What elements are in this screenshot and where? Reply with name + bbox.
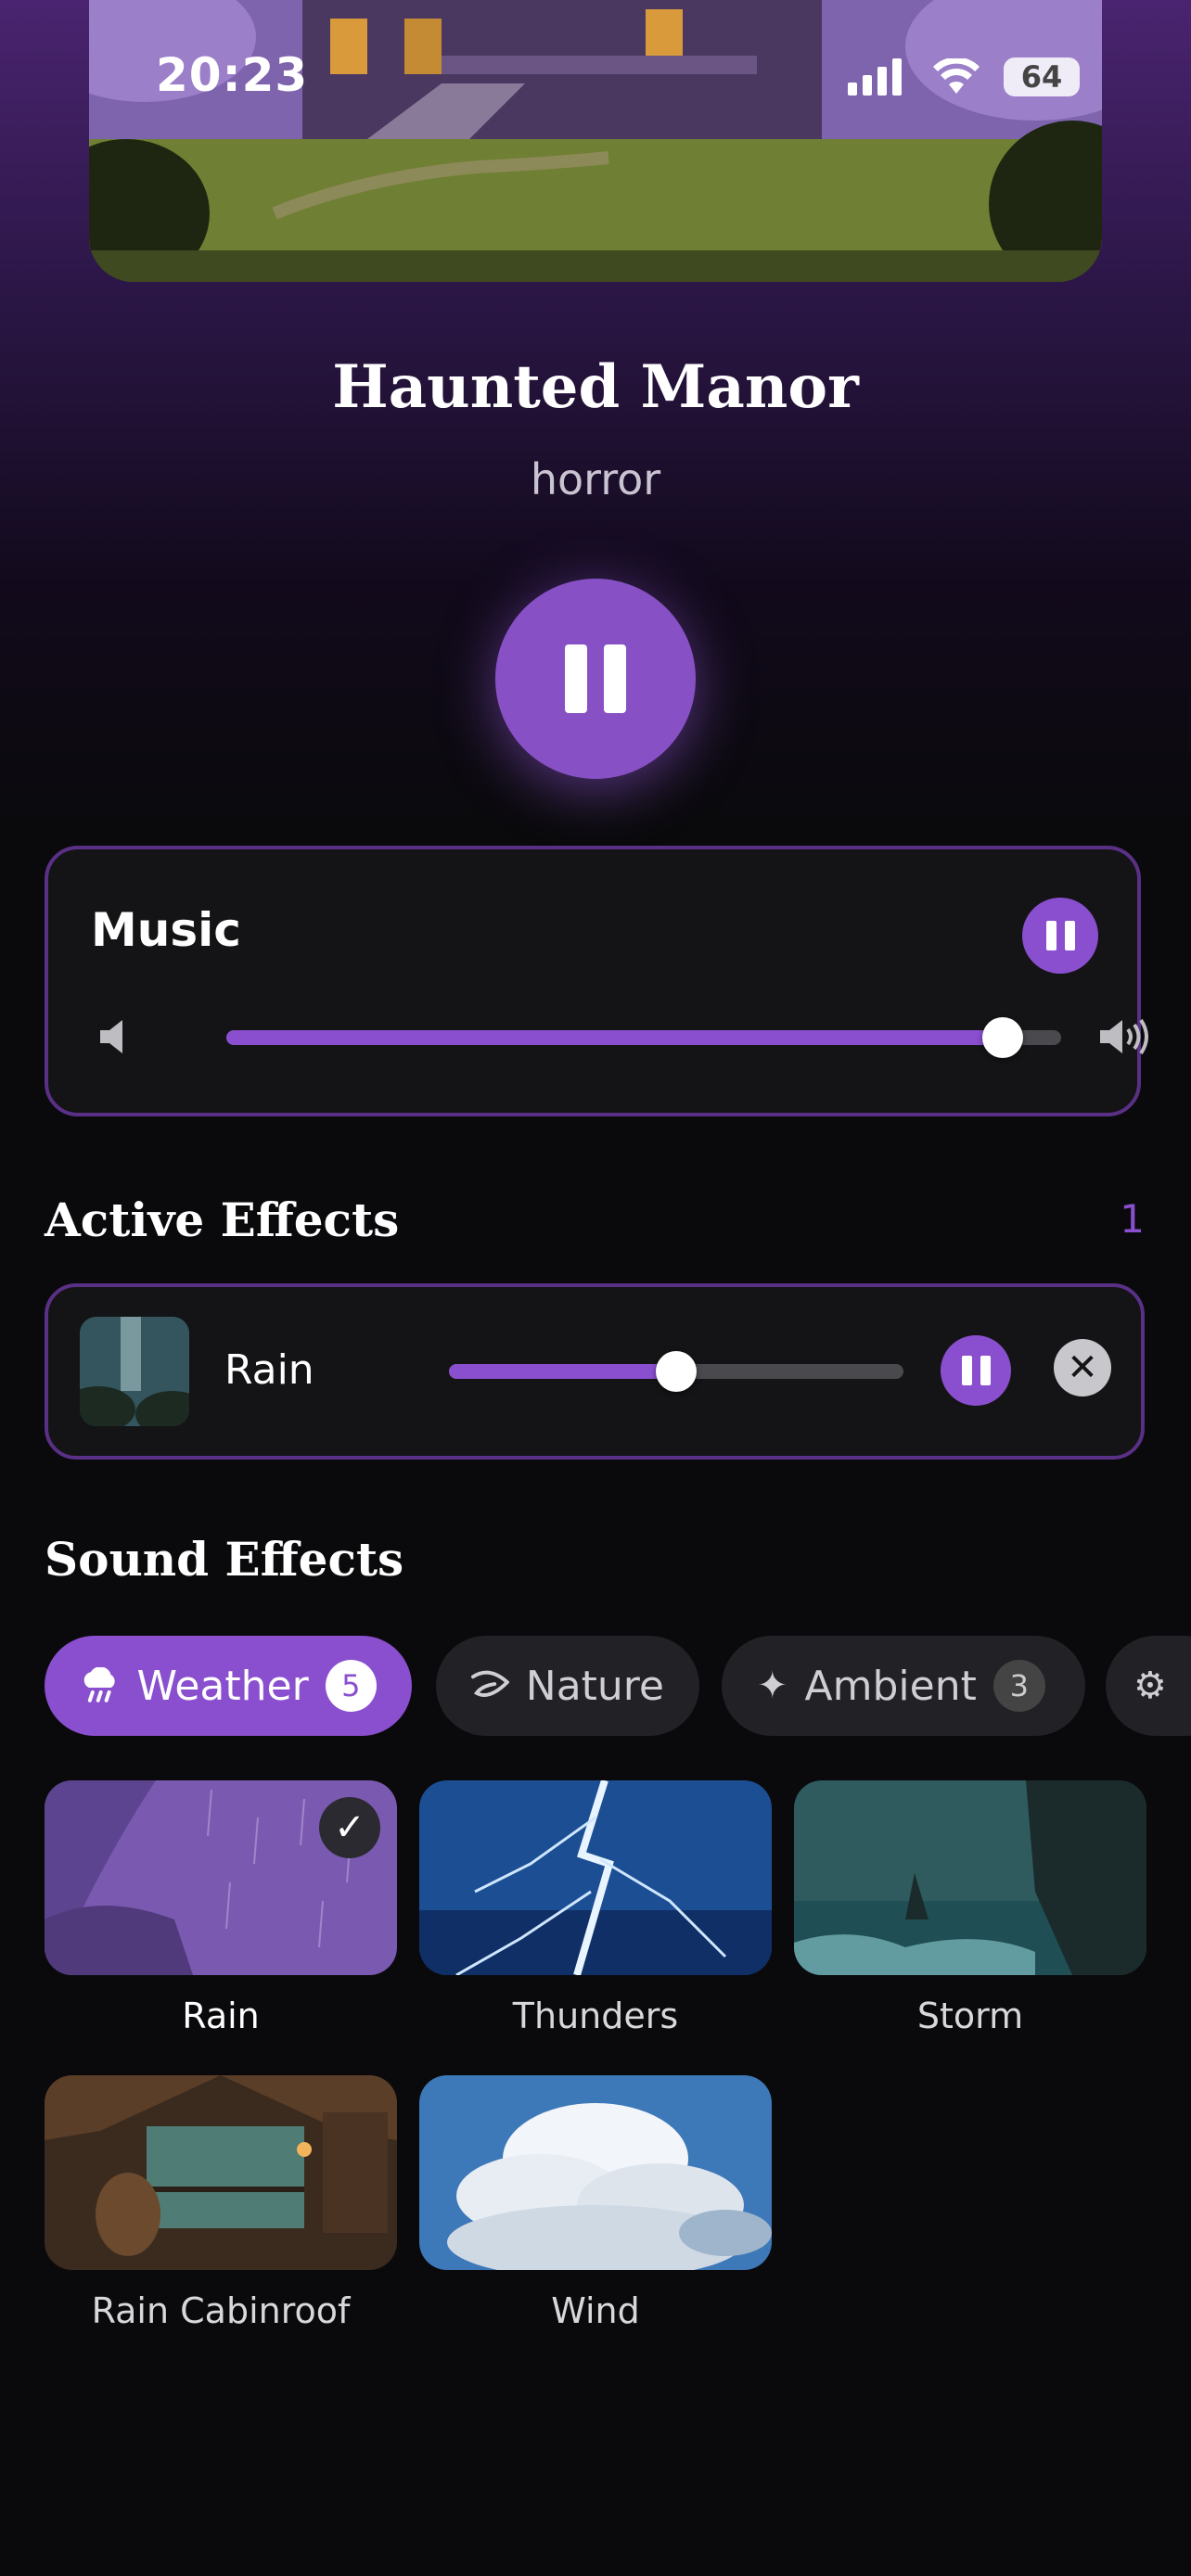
music-volume-row bbox=[100, 1014, 1148, 1061]
tile-label: Rain bbox=[182, 1996, 260, 2036]
category-count-badge: 3 bbox=[992, 1660, 1045, 1712]
pause-icon bbox=[1045, 921, 1075, 950]
tile-label: Wind bbox=[551, 2290, 640, 2331]
category-chip-label: Ambient bbox=[804, 1662, 977, 1710]
status-icons: 64 bbox=[848, 57, 1080, 96]
storm-tile-image bbox=[794, 1780, 1146, 1975]
tile-label: Thunders bbox=[512, 1996, 679, 2036]
remove-effect-button[interactable]: ✕ bbox=[1054, 1339, 1111, 1396]
status-bar: 20:23 64 bbox=[0, 0, 1191, 158]
sound-tile-rain[interactable]: ✓ Rain bbox=[45, 1780, 397, 2036]
volume-low-icon bbox=[100, 1020, 122, 1053]
tile-label: Rain Cabinroof bbox=[91, 2290, 351, 2331]
category-count-badge: 5 bbox=[325, 1660, 377, 1712]
active-effect-card: Rain ✕ bbox=[45, 1283, 1145, 1460]
category-chip-weather[interactable]: Weather 5 bbox=[45, 1636, 412, 1736]
category-chip-settings[interactable]: ⚙ bbox=[1106, 1636, 1191, 1736]
category-chips: Weather 5 Nature ✦ Ambient 3 ⚙ bbox=[45, 1636, 1191, 1736]
gear-icon: ⚙ bbox=[1133, 1664, 1167, 1707]
thunders-tile-image bbox=[419, 1780, 772, 1975]
music-card: Music bbox=[45, 846, 1148, 1116]
sound-tile-storm[interactable]: Storm bbox=[794, 1780, 1146, 2036]
effect-pause-button[interactable] bbox=[941, 1335, 1011, 1406]
pause-icon bbox=[565, 644, 626, 713]
clock: 20:23 bbox=[156, 48, 309, 102]
effect-volume-slider[interactable] bbox=[449, 1351, 903, 1392]
category-chip-ambient[interactable]: ✦ Ambient 3 bbox=[722, 1636, 1085, 1736]
music-volume-thumb[interactable] bbox=[982, 1017, 1023, 1058]
selected-check-icon: ✓ bbox=[319, 1797, 380, 1858]
wind-tile-image bbox=[419, 2075, 772, 2270]
pause-icon bbox=[961, 1356, 991, 1385]
sound-tile-wind[interactable]: Wind bbox=[419, 2075, 772, 2331]
category-chip-label: Nature bbox=[525, 1662, 664, 1710]
music-volume-fill bbox=[226, 1030, 1003, 1045]
scene-genre: horror bbox=[530, 454, 661, 504]
category-chip-label: Weather bbox=[136, 1662, 309, 1710]
active-effects-count: 1 bbox=[1120, 1196, 1145, 1242]
sound-tile-rain-cabinroof[interactable]: Rain Cabinroof bbox=[45, 2075, 397, 2331]
active-effects-heading: Active Effects bbox=[45, 1192, 400, 1247]
wifi-icon bbox=[933, 58, 980, 94]
volume-high-icon bbox=[1100, 1018, 1148, 1055]
music-volume-slider[interactable] bbox=[226, 1017, 1061, 1058]
category-chip-nature[interactable]: Nature bbox=[436, 1636, 699, 1736]
close-icon: ✕ bbox=[1067, 1346, 1098, 1389]
main-pause-button[interactable] bbox=[495, 579, 696, 779]
music-label: Music bbox=[91, 903, 241, 957]
sparkle-icon: ✦ bbox=[757, 1664, 788, 1707]
rain-cloud-icon bbox=[83, 1667, 115, 1702]
rain-tile-image: ✓ bbox=[45, 1780, 397, 1975]
rain-effect-thumbnail bbox=[80, 1317, 189, 1426]
active-effect-name: Rain bbox=[224, 1346, 314, 1394]
leaf-icon bbox=[471, 1670, 509, 1697]
tile-label: Storm bbox=[916, 1996, 1024, 2036]
cellular-signal-icon bbox=[848, 58, 902, 96]
effect-volume-fill bbox=[449, 1364, 676, 1379]
music-pause-button[interactable] bbox=[1022, 898, 1098, 974]
sound-effects-heading: Sound Effects bbox=[45, 1532, 404, 1587]
effect-volume-thumb[interactable] bbox=[656, 1351, 697, 1392]
scene-title: Haunted Manor bbox=[332, 352, 859, 422]
battery-indicator: 64 bbox=[1004, 57, 1080, 96]
sound-tile-thunders[interactable]: Thunders bbox=[419, 1780, 772, 2036]
rain-cabinroof-tile-image bbox=[45, 2075, 397, 2270]
